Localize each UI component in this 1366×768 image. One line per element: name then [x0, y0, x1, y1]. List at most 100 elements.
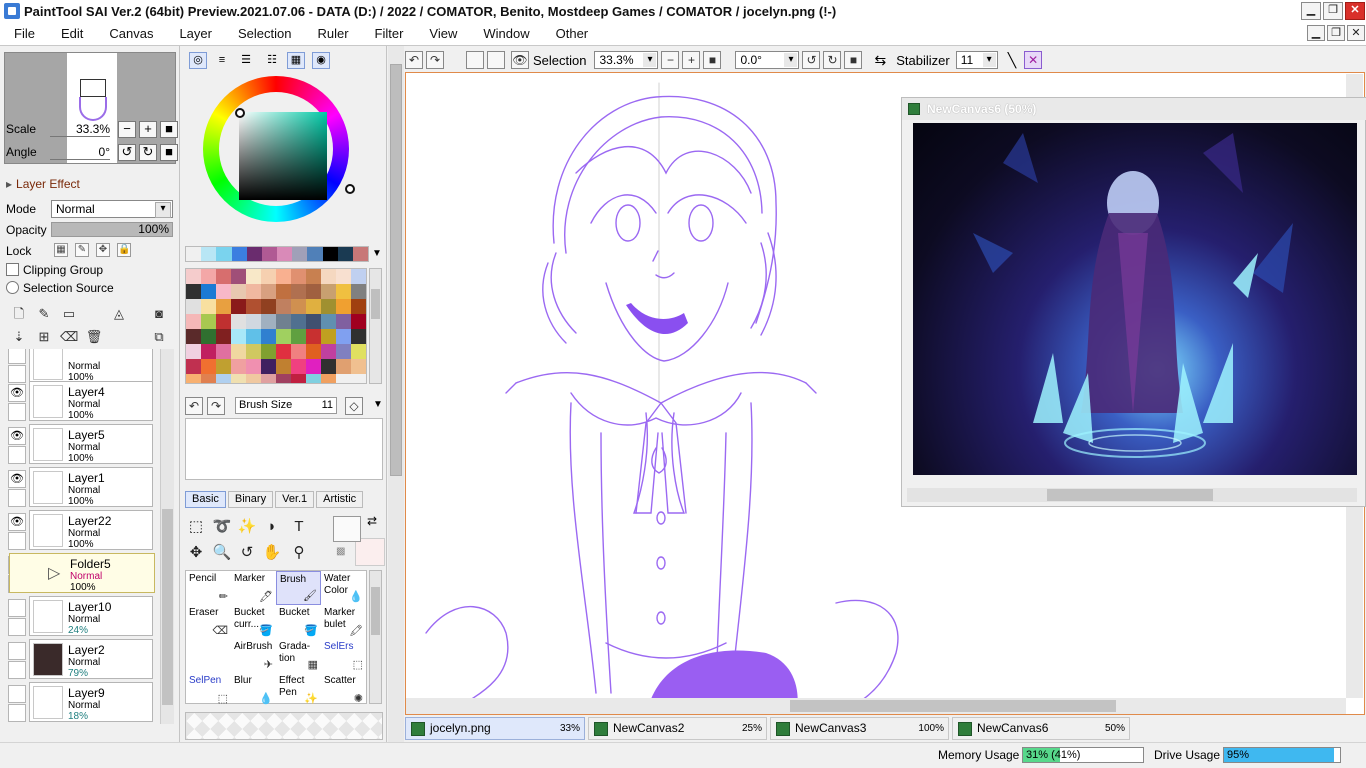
new-linework-layer-icon[interactable]: ✎: [35, 305, 53, 323]
tab-ver1[interactable]: Ver.1: [275, 491, 315, 508]
redo-icon[interactable]: ↷: [426, 51, 444, 69]
color-swatch[interactable]: [261, 284, 276, 299]
color-swatch[interactable]: [351, 344, 366, 359]
mix-color-swatch[interactable]: [307, 247, 323, 261]
color-mix-dropdown-icon[interactable]: ▼: [372, 248, 382, 259]
color-swatch[interactable]: [246, 269, 261, 284]
color-swatch[interactable]: [261, 269, 276, 284]
mix-color-swatch[interactable]: [292, 247, 308, 261]
color-swatch[interactable]: [351, 329, 366, 344]
canvas-horizontal-scroll-thumb[interactable]: [790, 700, 1116, 712]
color-swatch[interactable]: [291, 359, 306, 374]
color-swatch[interactable]: [351, 314, 366, 329]
tool-marker[interactable]: Marker 🖊: [231, 571, 276, 605]
brush-options-dropdown-icon[interactable]: ▼: [373, 399, 383, 410]
list-mode-icon[interactable]: ☷: [263, 52, 281, 69]
tool-eraser[interactable]: Eraser ⌫: [186, 605, 231, 639]
toolbar-zoom-reset-button[interactable]: ■: [703, 51, 722, 69]
layer-visibility-toggle[interactable]: 👁: [8, 470, 26, 488]
color-swatch[interactable]: [216, 299, 231, 314]
color-swatch[interactable]: [336, 344, 351, 359]
tool-scroll-thumb[interactable]: [371, 587, 380, 635]
color-swatch[interactable]: [336, 269, 351, 284]
tool-blur[interactable]: Blur 💧: [231, 673, 276, 707]
restore-button[interactable]: ❐: [1323, 2, 1343, 20]
straight-line-icon[interactable]: ╲: [1008, 52, 1016, 69]
color-swatch[interactable]: [321, 284, 336, 299]
layer-item[interactable]: Layer9 Normal 18%: [29, 682, 153, 722]
color-swatch[interactable]: [231, 344, 246, 359]
close-button[interactable]: ✕: [1345, 2, 1365, 20]
color-swatch[interactable]: [216, 374, 231, 383]
scratchpad-mode-icon[interactable]: ◉: [312, 52, 330, 69]
color-swatch[interactable]: [336, 359, 351, 374]
color-swatch[interactable]: [276, 299, 291, 314]
color-swatch[interactable]: [291, 269, 306, 284]
lock-transparency-icon[interactable]: ▦: [54, 243, 68, 257]
color-swatch[interactable]: [216, 344, 231, 359]
color-swatch[interactable]: [321, 344, 336, 359]
color-swatch[interactable]: [291, 284, 306, 299]
mix-color-swatch[interactable]: [231, 247, 247, 261]
color-swatch[interactable]: [336, 284, 351, 299]
color-swatch[interactable]: [186, 269, 201, 284]
saturation-value-square[interactable]: [239, 112, 327, 200]
color-swatch[interactable]: [246, 329, 261, 344]
menu-file[interactable]: File: [0, 26, 47, 41]
lock-paint-icon[interactable]: ✎: [75, 243, 89, 257]
swatch-scrollbar[interactable]: [369, 268, 382, 384]
doc-close-button[interactable]: ✕: [1347, 25, 1365, 41]
symmetry-ruler-icon[interactable]: ✕: [1024, 51, 1043, 69]
layer-lock-toggle[interactable]: [8, 403, 26, 421]
layer-visibility-toggle[interactable]: 👁: [8, 384, 26, 402]
color-swatch[interactable]: [261, 359, 276, 374]
zoom-out-button[interactable]: −: [118, 120, 136, 138]
tool-scrollbar[interactable]: [369, 570, 382, 704]
stabilizer-select[interactable]: 11: [955, 51, 998, 69]
color-swatch[interactable]: [276, 359, 291, 374]
mix-color-swatch[interactable]: [186, 247, 202, 261]
minimize-button[interactable]: ▁: [1301, 2, 1321, 20]
layer-item[interactable]: Normal 100%: [29, 349, 153, 383]
rotate-left-button[interactable]: ↺: [118, 143, 136, 161]
tool-marker-bulet[interactable]: Marker bulet 🖍: [321, 605, 366, 639]
color-swatch[interactable]: [201, 374, 216, 383]
color-swatch[interactable]: [306, 359, 321, 374]
tool-empty[interactable]: [186, 639, 231, 673]
swap-colors-icon[interactable]: ⇄: [367, 514, 377, 528]
color-swatch[interactable]: [216, 359, 231, 374]
tool-effect-pen[interactable]: Effect Pen ✨: [276, 673, 321, 707]
lock-all-icon[interactable]: 🔒: [117, 243, 131, 257]
hsv-slider-mode-icon[interactable]: ☰: [237, 52, 255, 69]
color-swatch[interactable]: [186, 284, 201, 299]
doc-restore-button[interactable]: ❐: [1327, 25, 1345, 41]
layer-lock-toggle[interactable]: [8, 661, 26, 679]
undo-icon[interactable]: ↶: [405, 51, 423, 69]
clipping-group-option[interactable]: Clipping Group: [6, 263, 103, 277]
tool-brush[interactable]: Brush 🖌: [276, 571, 321, 605]
tool-airbrush[interactable]: AirBrush ✈: [231, 639, 276, 673]
zoom-tool-icon[interactable]: 🔍: [211, 542, 233, 564]
color-swatch[interactable]: [276, 329, 291, 344]
deselect-icon[interactable]: [466, 51, 484, 69]
layer-lock-toggle[interactable]: [8, 489, 26, 507]
color-swatch[interactable]: [336, 329, 351, 344]
color-swatch[interactable]: [261, 314, 276, 329]
layer-lock-toggle[interactable]: [8, 618, 26, 636]
selection-source-radio[interactable]: [6, 281, 19, 294]
color-swatch[interactable]: [261, 329, 276, 344]
color-wheel-mode-icon[interactable]: ◎: [189, 52, 207, 69]
layer-lock-toggle[interactable]: [8, 704, 26, 722]
color-swatch[interactable]: [201, 314, 216, 329]
undo-preset-icon[interactable]: ↶: [185, 397, 203, 415]
color-swatch[interactable]: [276, 374, 291, 383]
color-swatch[interactable]: [306, 344, 321, 359]
color-swatch[interactable]: [216, 284, 231, 299]
swatch-scroll-thumb[interactable]: [371, 289, 380, 319]
tool-bucket-curr[interactable]: Bucket curr... 🪣: [231, 605, 276, 639]
rotate-reset-button[interactable]: ■: [160, 143, 178, 161]
color-swatches[interactable]: [185, 268, 367, 384]
layer-effect-toggle[interactable]: Layer Effect: [6, 177, 80, 191]
color-swatch[interactable]: [291, 329, 306, 344]
color-swatch[interactable]: [246, 299, 261, 314]
